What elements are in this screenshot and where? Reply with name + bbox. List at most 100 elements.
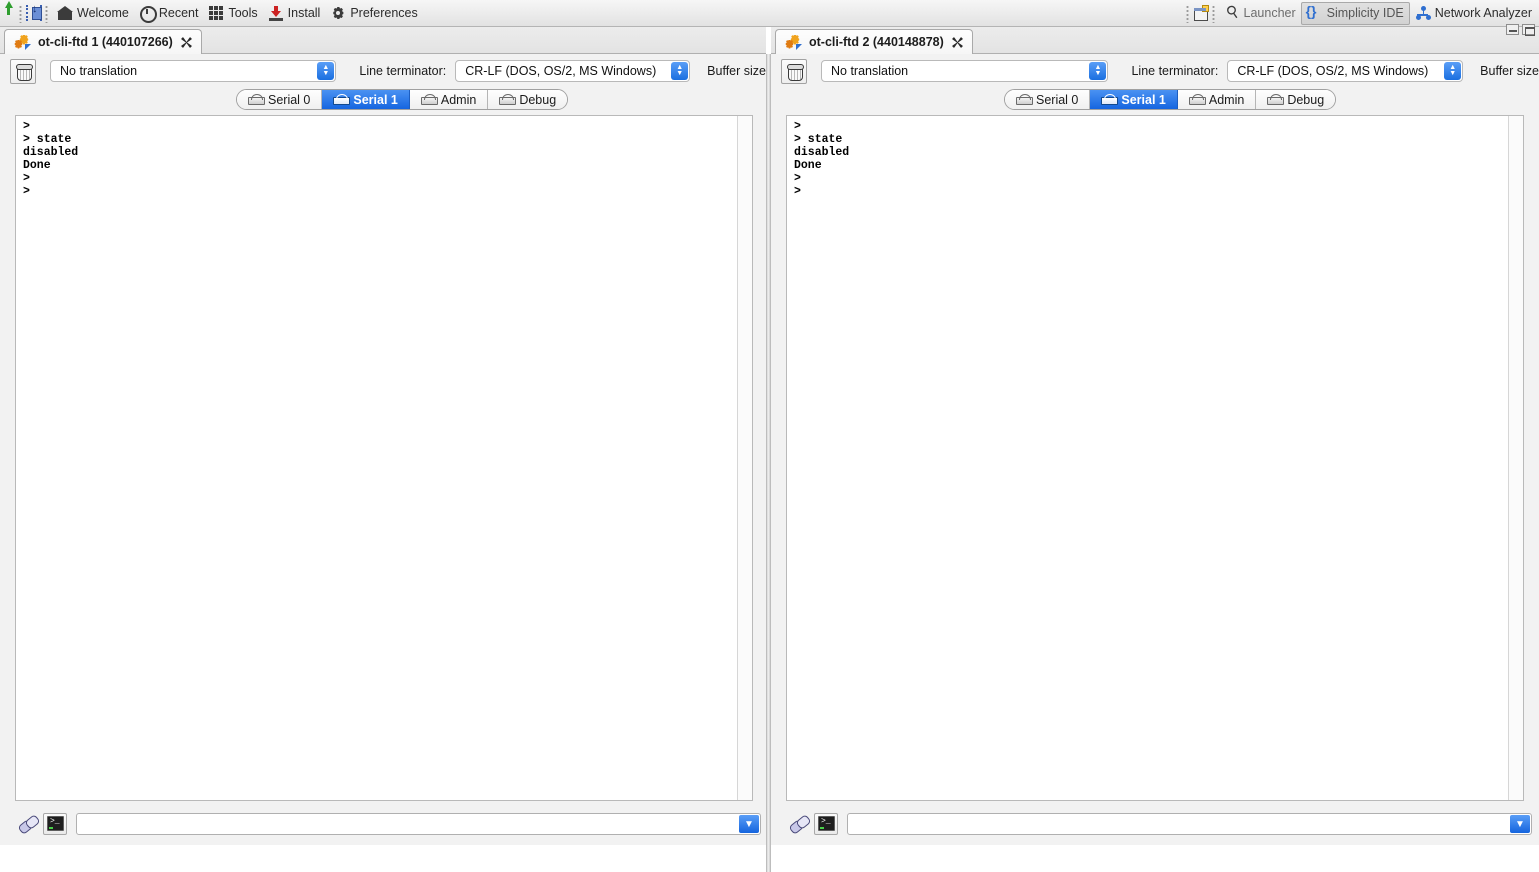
serial-tab-serial-1-panel-2[interactable]: Serial 1 [1090,90,1178,109]
terminal-output-1[interactable]: > > state disabled Done > > [15,115,753,801]
braces-icon [1306,3,1323,21]
keyboard-icon [1016,94,1033,105]
close-icon[interactable] [951,36,964,49]
toolbar-grip[interactable] [1184,3,1191,23]
line-terminator-label-1: Line terminator: [359,64,447,78]
terminal-scrollbar-1[interactable] [737,116,752,800]
keyboard-icon [333,94,351,105]
console-panel-2: ot-cli-ftd 2 (440148878) No translation … [771,27,1539,845]
clear-console-button[interactable] [10,58,36,84]
trash-icon [787,63,804,81]
rocket-icon [1224,5,1240,21]
line-terminator-label-2: Line terminator: [1131,64,1219,78]
trash-icon [16,63,33,81]
serial-tab-serial-1-panel-1[interactable]: Serial 1 [322,90,410,109]
flash-programmer-icon[interactable] [26,3,42,21]
command-input-wrapper-2[interactable]: ▼ [847,813,1532,835]
command-history-dropdown-2[interactable]: ▼ [1510,815,1530,833]
toolbar-button-welcome[interactable]: Welcome [52,2,134,25]
serial-tab-serial-0-panel-1[interactable]: Serial 0 [237,90,323,109]
settings-row-2: No translation ▲ ▼ Line terminator: CR-LF… [771,55,1539,87]
keyboard-icon [499,94,517,105]
chevron-updown-icon[interactable]: ▲ ▼ [1089,62,1107,80]
console-icon [47,816,64,831]
serial-tab-serial-0-panel-2[interactable]: Serial 0 [1005,90,1091,109]
terminal-output-2[interactable]: > > state disabled Done > > [786,115,1524,801]
connection-plug-icon[interactable] [18,814,38,834]
serial-tab-debug-panel-1[interactable]: Debug [488,90,568,109]
toolbar-button-recent[interactable]: Recent [134,2,204,25]
translation-combo-1[interactable]: No translation ▲ ▼ [50,60,337,82]
serial-tab-admin-panel-1[interactable]: Admin [409,90,489,109]
serial-tab-label: Serial 0 [268,92,311,107]
perspective-label-simplicity-ide: Simplicity IDE [1326,6,1404,20]
line-terminator-value-1: CR-LF (DOS, OS/2, MS Windows) [465,64,657,78]
toolbar-grip[interactable] [18,3,24,23]
keyboard-icon [1267,94,1285,105]
connection-plug-icon[interactable] [789,814,809,834]
toolbar-grip[interactable] [44,3,50,23]
maximize-button[interactable] [1522,24,1535,36]
pane-divider[interactable] [766,54,771,872]
terminal-text-2: > > state disabled Done > > [794,120,850,199]
command-input-2[interactable] [848,814,1531,834]
line-terminator-combo-2[interactable]: CR-LF (DOS, OS/2, MS Windows) ▲ ▼ [1227,60,1464,82]
toolbar-label-preferences: Preferences [350,6,418,20]
editor-tab-title-2: ot-cli-ftd 2 (440148878) [809,35,944,49]
minimize-button[interactable] [1506,24,1519,35]
translation-value-2: No translation [831,64,909,78]
line-terminator-value-2: CR-LF (DOS, OS/2, MS Windows) [1237,64,1429,78]
serial-tab-label: Debug [519,92,557,107]
keyboard-icon [1101,94,1119,105]
keyboard-icon [1188,94,1206,105]
perspective-label-network-analyzer: Network Analyzer [1434,6,1532,20]
chevron-updown-icon[interactable]: ▲ ▼ [1444,62,1462,80]
download-icon [268,5,284,21]
editor-tab-ot-cli-ftd-2[interactable]: ot-cli-ftd 2 (440148878) [775,29,973,54]
toolbar-label-tools: Tools [228,6,258,20]
settings-row-1: No translation ▲ ▼ Line terminator: CR-LF… [0,55,766,87]
gear-icon [330,5,346,21]
command-history-dropdown-1[interactable]: ▼ [739,815,759,833]
serial-tab-label: Serial 0 [1036,92,1079,107]
keyboard-icon [248,94,265,105]
console-toggle-button-2[interactable] [814,813,838,835]
line-terminator-combo-1[interactable]: CR-LF (DOS, OS/2, MS Windows) ▲ ▼ [455,60,691,82]
editor-tabbar-2: ot-cli-ftd 2 (440148878) [771,27,1539,54]
serial-tab-admin-panel-2[interactable]: Admin [1177,90,1257,109]
toolbar-grip[interactable] [1210,3,1217,23]
serial-tab-label: Admin [1208,92,1245,107]
toolbar-button-tools[interactable]: Tools [203,2,262,25]
perspective-simplicity-ide[interactable]: Simplicity IDE [1300,1,1410,25]
command-input-1[interactable] [77,814,760,834]
serial-tab-debug-panel-2[interactable]: Debug [1256,90,1336,109]
window-controls [1506,24,1535,36]
serial-tab-label: Serial 1 [1121,92,1166,107]
console-icon [818,816,835,831]
grid-icon [208,5,225,21]
editor-tab-ot-cli-ftd-1[interactable]: ot-cli-ftd 1 (440107266) [4,29,202,54]
close-icon[interactable] [180,36,193,49]
toolbar-label-welcome: Welcome [77,6,129,20]
translation-value-1: No translation [60,64,138,78]
serial-tab-label: Debug [1287,92,1325,107]
command-input-wrapper-1[interactable]: ▼ [76,813,761,835]
translation-combo-2[interactable]: No translation ▲ ▼ [821,60,1109,82]
clock-icon [139,5,157,23]
toolbar-label-install: Install [287,6,321,20]
perspective-network-analyzer[interactable]: Network Analyzer [1410,2,1537,25]
device-gears-icon [14,35,31,50]
perspective-launcher[interactable]: Launcher [1219,2,1301,25]
run-arrow-icon[interactable] [0,1,16,21]
clear-console-button[interactable] [781,58,807,84]
console-toggle-button-1[interactable] [43,813,67,835]
serial-tabs-2: Serial 0 Serial 1 Admin Debug [1004,89,1337,110]
terminal-scrollbar-2[interactable] [1508,116,1523,800]
toolbar-button-install[interactable]: Install [263,2,326,25]
toolbar-button-preferences[interactable]: Preferences [325,2,422,25]
chevron-updown-icon[interactable]: ▲ ▼ [671,62,689,80]
chevron-updown-icon[interactable]: ▲ ▼ [317,62,335,80]
open-perspective-icon[interactable] [1193,5,1209,21]
command-row-2: ▼ [771,803,1539,845]
editor-tabbar-1: ot-cli-ftd 1 (440107266) [0,27,766,54]
